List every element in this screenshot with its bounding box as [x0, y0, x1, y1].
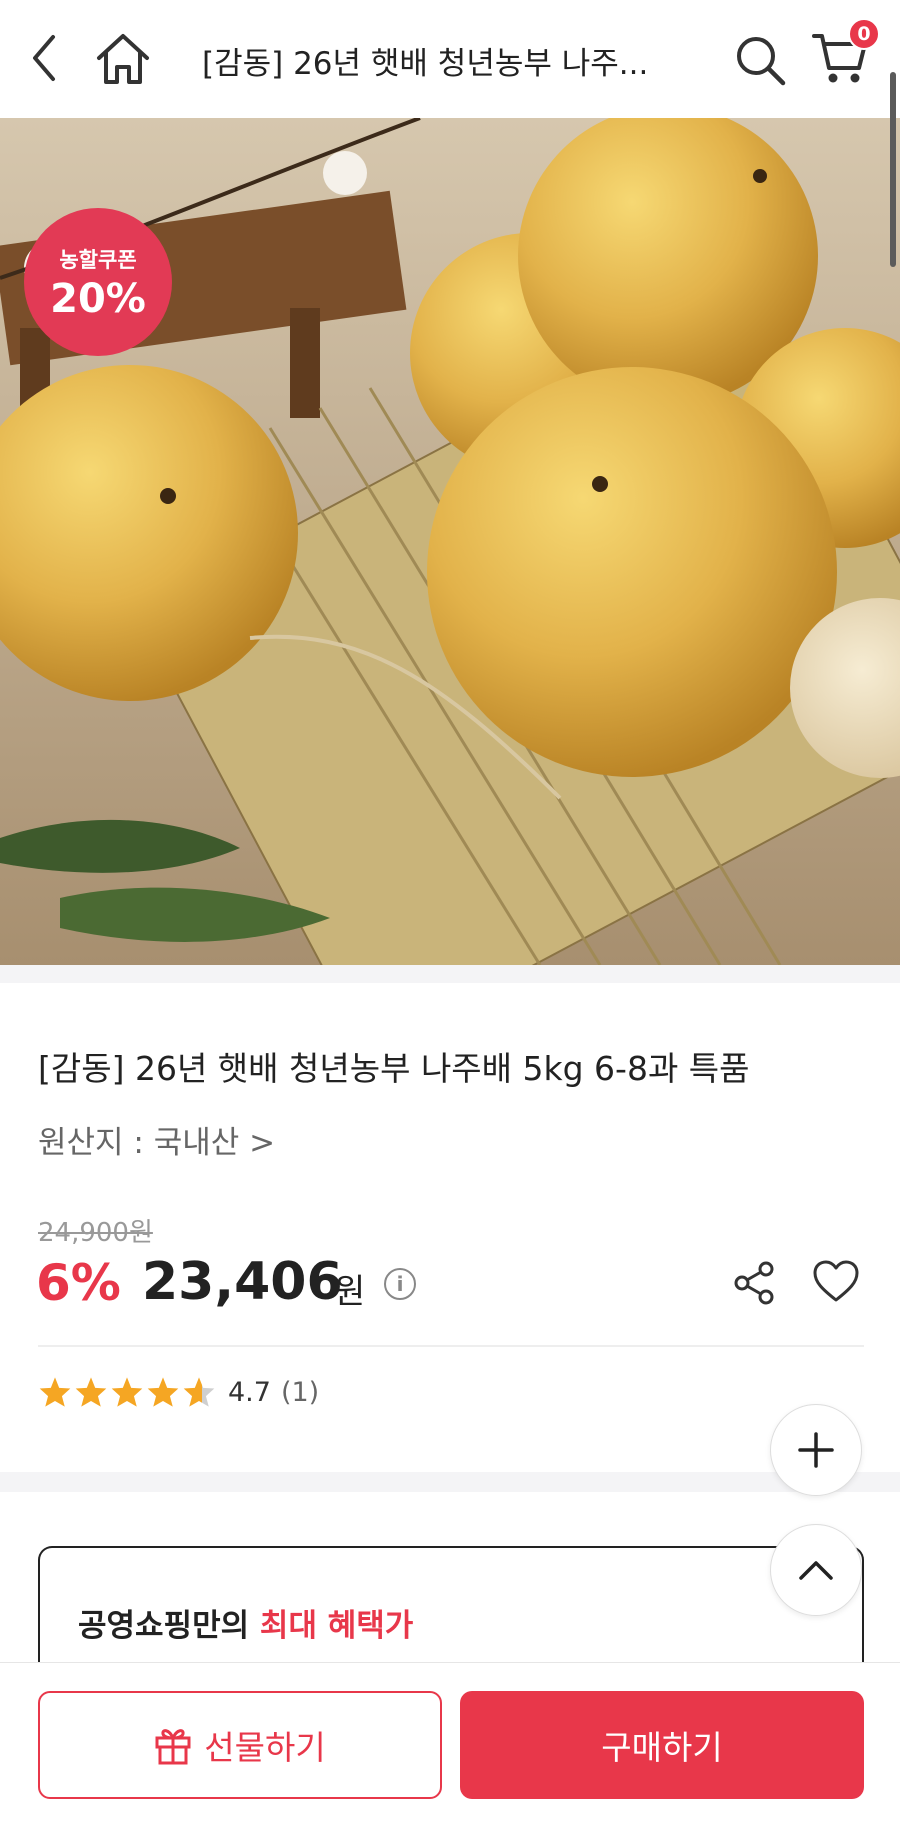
- coupon-label: 농할쿠폰: [59, 248, 137, 272]
- home-icon: [97, 34, 149, 84]
- origin-link[interactable]: 원산지 : 국내산 >: [38, 1117, 275, 1162]
- header-title: [감동] 26년 햇배 청년농부 나주...: [202, 46, 649, 82]
- divider: [38, 1345, 864, 1347]
- buy-button[interactable]: 구매하기: [460, 1691, 864, 1799]
- star-icon: [147, 1377, 179, 1407]
- chevron-up-icon: [799, 1561, 833, 1580]
- share-button[interactable]: [732, 1260, 778, 1306]
- gift-button-label: 선물하기: [204, 1728, 326, 1767]
- share-icon: [734, 1261, 774, 1305]
- half-star-icon: [183, 1377, 215, 1407]
- price-info-icon[interactable]: i: [384, 1268, 416, 1300]
- star-icon: [111, 1377, 143, 1407]
- sale-price: 23,406: [142, 1252, 343, 1312]
- plus-icon: [798, 1432, 834, 1468]
- benefit-text-highlight: 최대 혜택가: [259, 1608, 414, 1644]
- heart-icon: [813, 1260, 859, 1302]
- cart-count-badge: 0: [848, 18, 880, 50]
- scroll-top-button[interactable]: [770, 1524, 862, 1616]
- rating-row[interactable]: 4.7 (1): [38, 1376, 319, 1408]
- wishlist-button[interactable]: [812, 1258, 860, 1306]
- star-rating: [38, 1376, 216, 1408]
- buy-button-label: 구매하기: [601, 1728, 723, 1767]
- search-button[interactable]: [728, 28, 792, 92]
- section-divider: [0, 1472, 900, 1492]
- star-icon: [75, 1377, 107, 1407]
- section-divider: [0, 965, 900, 983]
- benefit-text-plain: 공영쇼핑만의: [78, 1608, 260, 1644]
- gift-button[interactable]: 선물하기: [38, 1691, 442, 1799]
- review-count: (1): [280, 1376, 320, 1408]
- original-price: 24,900원: [38, 1218, 153, 1248]
- product-title: [감동] 26년 햇배 청년농부 나주배 5kg 6-8과 특품: [38, 1049, 750, 1088]
- star-icon: [39, 1377, 71, 1407]
- home-button[interactable]: [88, 24, 158, 94]
- coupon-value: 20%: [50, 276, 146, 322]
- coupon-badge: 농할쿠폰 20%: [24, 208, 172, 356]
- currency-unit: 원: [334, 1272, 366, 1312]
- scrollbar[interactable]: [890, 72, 896, 267]
- search-icon: [737, 37, 786, 86]
- gift-icon: [155, 1729, 191, 1765]
- rating-value: 4.7: [228, 1376, 271, 1408]
- back-button[interactable]: [22, 26, 66, 90]
- product-hero-image[interactable]: 농할쿠폰 20%: [0, 118, 900, 965]
- top-header: [감동] 26년 햇배 청년농부 나주... 0: [0, 0, 900, 118]
- expand-button[interactable]: [770, 1404, 862, 1496]
- bottom-action-bar: 선물하기 구매하기: [0, 1662, 900, 1827]
- benefit-text: 공영쇼핑만의 최대 혜택가: [78, 1600, 413, 1645]
- discount-rate: 6%: [36, 1254, 121, 1312]
- back-icon: [33, 35, 55, 81]
